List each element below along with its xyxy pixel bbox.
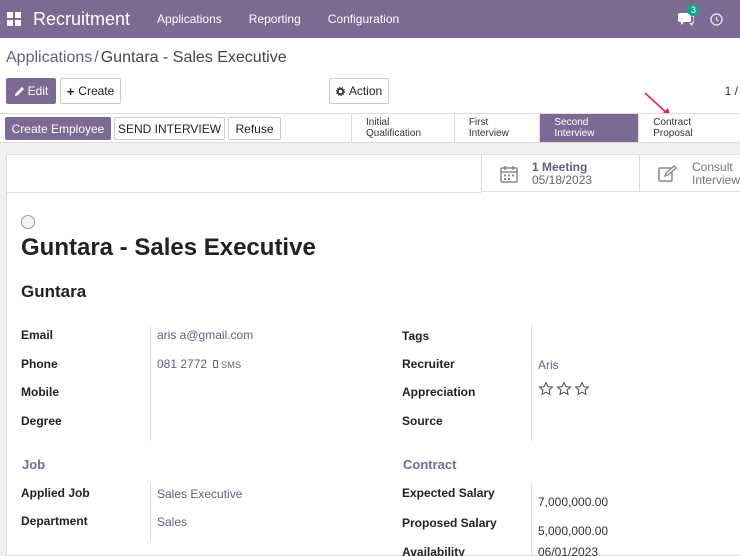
partner-name[interactable]: Guntara <box>21 282 86 302</box>
star-icon[interactable] <box>574 381 590 397</box>
create-button[interactable]: + Create <box>60 78 121 104</box>
availability-label: Availability <box>402 545 465 556</box>
mobile-icon <box>213 360 219 368</box>
column-separator <box>150 483 151 541</box>
column-separator <box>150 325 151 441</box>
stage-initial-qualification[interactable]: Initial Qualification <box>351 114 454 142</box>
send-interview-button[interactable]: SEND INTERVIEW <box>114 117 225 140</box>
degree-label: Degree <box>21 414 62 428</box>
consult-label-line2: Interview <box>692 172 740 187</box>
stage-first-interview[interactable]: First Interview <box>453 114 540 142</box>
column-separator <box>531 483 532 556</box>
consult-label-line1: Consult <box>692 159 733 174</box>
phone-field: 081 2772 SMS <box>157 357 241 371</box>
pager[interactable]: 1 / <box>725 84 738 98</box>
menu-configuration[interactable]: Configuration <box>328 12 399 26</box>
smart-buttons: 1 Meeting 05/18/2023 Consult Interview <box>481 155 740 192</box>
expected-salary-value[interactable]: 7,000,000.00 <box>538 495 608 509</box>
mobile-label: Mobile <box>21 385 59 399</box>
chat-count-badge: 3 <box>687 4 701 16</box>
menu-reporting[interactable]: Reporting <box>249 12 301 26</box>
applied-job-label: Applied Job <box>21 486 90 500</box>
source-label: Source <box>402 414 443 428</box>
applied-job-value[interactable]: Sales Executive <box>157 487 242 501</box>
calendar-icon <box>500 165 518 183</box>
edit-note-icon <box>658 164 677 182</box>
breadcrumb: Applications / Guntara - Sales Executive <box>6 49 287 67</box>
email-label: Email <box>21 328 54 342</box>
activity-clock-icon[interactable] <box>710 12 723 26</box>
department-value[interactable]: Sales <box>157 515 187 529</box>
top-navbar: Recruitment Applications Reporting Confi… <box>0 0 740 38</box>
column-separator <box>531 325 532 441</box>
action-label: Action <box>348 84 383 98</box>
status-bar: Create Employee SEND INTERVIEW Refuse In… <box>0 113 740 143</box>
appreciation-label: Appreciation <box>402 385 476 399</box>
recruiter-label: Recruiter <box>402 357 455 371</box>
stage-pipeline: Initial Qualification First Interview Se… <box>351 114 740 142</box>
menu-applications[interactable]: Applications <box>157 12 222 26</box>
job-section-title: Job <box>22 457 46 472</box>
stage-second-interview[interactable]: Second Interview <box>539 114 639 142</box>
gear-icon <box>335 86 345 96</box>
proposed-salary-value[interactable]: 5,000,000.00 <box>538 524 608 538</box>
sheet-divider <box>7 192 481 193</box>
action-button[interactable]: Action <box>329 78 389 104</box>
pencil-icon <box>14 86 24 96</box>
edit-button[interactable]: Edit <box>6 78 56 104</box>
sms-label: SMS <box>221 360 242 370</box>
proposed-salary-label: Proposed Salary <box>402 516 497 530</box>
star-icon[interactable] <box>538 381 554 397</box>
create-employee-button[interactable]: Create Employee <box>5 117 111 140</box>
consult-interview-smart-button[interactable]: Consult Interview <box>639 155 740 192</box>
expected-salary-label: Expected Salary <box>402 486 495 500</box>
refuse-button[interactable]: Refuse <box>228 117 281 140</box>
sms-button[interactable]: SMS <box>213 360 241 370</box>
record-title[interactable]: Guntara - Sales Executive <box>21 234 316 262</box>
phone-label: Phone <box>21 357 58 371</box>
tags-label: Tags <box>402 329 430 343</box>
priority-toggle[interactable] <box>21 215 35 229</box>
meeting-count: 1 Meeting <box>532 159 588 174</box>
app-title[interactable]: Recruitment <box>33 9 130 30</box>
star-icon[interactable] <box>556 381 572 397</box>
email-value[interactable]: aris a@gmail.com <box>157 328 253 342</box>
contract-section-title: Contract <box>403 457 457 472</box>
breadcrumb-applications-link[interactable]: Applications <box>6 49 92 66</box>
stage-contract-proposal[interactable]: Contract Proposal <box>638 114 740 142</box>
breadcrumb-current: Guntara - Sales Executive <box>100 49 287 66</box>
apps-menu-icon[interactable] <box>7 12 21 26</box>
meeting-date: 05/18/2023 <box>532 172 593 187</box>
meeting-smart-button[interactable]: 1 Meeting 05/18/2023 <box>481 155 639 192</box>
chat-icon[interactable]: 3 <box>678 4 701 26</box>
breadcrumb-separator: / <box>94 49 99 66</box>
recruiter-value[interactable]: Aris <box>538 358 559 372</box>
phone-value[interactable]: 081 2772 <box>157 357 207 371</box>
availability-value[interactable]: 06/01/2023 <box>538 545 598 556</box>
department-label: Department <box>21 514 88 528</box>
edit-label: Edit <box>27 84 49 98</box>
form-sheet: 1 Meeting 05/18/2023 Consult Interview G… <box>6 154 740 556</box>
create-label: Create <box>78 84 115 98</box>
plus-icon: + <box>66 83 75 99</box>
